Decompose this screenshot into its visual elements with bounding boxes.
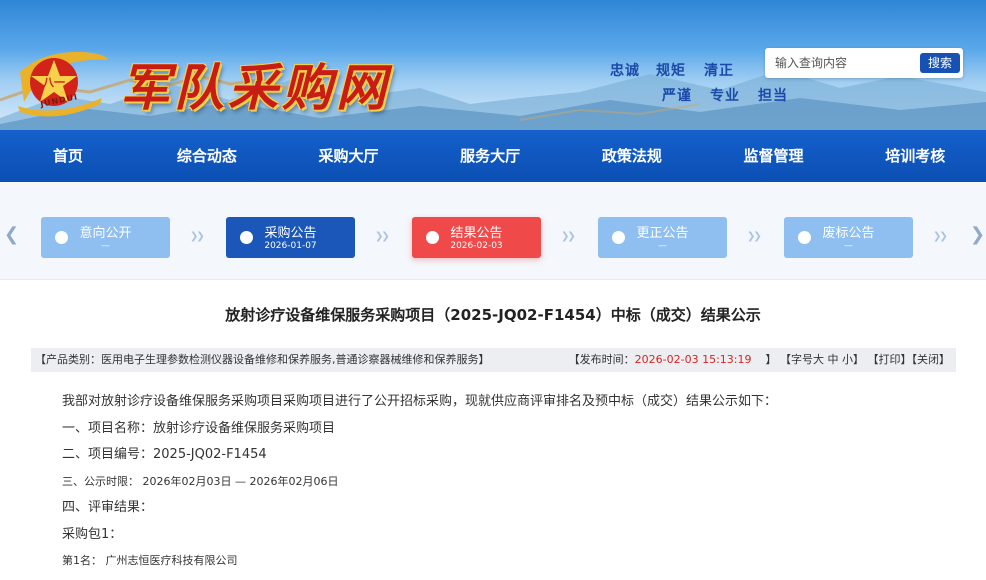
article-paragraph: 采购包1： [62, 526, 123, 542]
site-title: 军队采购网 [120, 58, 390, 117]
article-paragraph: 四、评审结果： [62, 500, 154, 515]
step-intent[interactable]: 意向公开 — [41, 217, 170, 258]
article-paragraph: 三、公示时限： 2026年02月03日 — 2026年02月06日 [62, 474, 339, 488]
step-result-notice[interactable]: 结果公告 2026-02-03 [412, 217, 541, 258]
svg-text:八一: 八一 [42, 76, 65, 89]
article-meta-bar: 【产品类别：医用电子生理参数检测仪器设备维修和保养服务,普通诊察器械维修和保养服… [31, 348, 956, 372]
article-paragraph: 二、项目编号：2025-JQ02-F1454 [62, 447, 267, 462]
step-cancellation-notice[interactable]: 废标公告 — [784, 217, 913, 258]
font-size-close: 】 [853, 353, 864, 366]
double-chevron-icon: ❯❯ [190, 231, 205, 242]
motto-item: 专业 [710, 88, 740, 104]
motto-item: 担当 [758, 88, 788, 104]
article-paragraph: 我部对放射诊疗设备维保服务采购项目采购项目进行了公开招标采购，现就供应商评审排名… [62, 394, 778, 409]
article-paragraph: 一、项目名称：放射诊疗设备维保服务采购项目 [62, 420, 336, 436]
step-date: 2026-01-07 [264, 241, 317, 251]
step-title: 采购公告 [264, 226, 317, 241]
site-header-banner: 八一 JUNDUI 军队采购网 忠诚 规矩 清正 严谨 专业 担当 搜索 [0, 0, 986, 130]
motto-item: 规矩 [656, 63, 686, 79]
category-label: 【产品类别： [35, 353, 101, 366]
step-title: 废标公告 [822, 226, 875, 241]
step-date: 2026-02-03 [450, 241, 503, 251]
double-chevron-icon: ❯❯ [375, 231, 390, 242]
announcement-process-strip: ❮ ❯ 意向公开 — ❯❯ 采购公告 2026-01-07 ❯❯ 结果公告 20… [0, 182, 986, 280]
motto-item: 严谨 [662, 88, 692, 104]
article-body: 我部对放射诊疗设备维保服务采购项目采购项目进行了公开招标采购，现就供应商评审排名… [62, 394, 777, 580]
print-link[interactable]: 【打印】 [868, 353, 912, 366]
publish-time: 2026-02-03 15:13:19 [634, 353, 752, 366]
search-button[interactable]: 搜索 [920, 53, 960, 73]
font-size-small[interactable]: 小 [842, 353, 853, 366]
font-size-label: 【字号 [780, 353, 813, 366]
nav-item-home[interactable]: 首页 [0, 130, 136, 182]
double-chevron-icon: ❯❯ [747, 231, 762, 242]
double-chevron-icon: ❯❯ [933, 231, 948, 242]
close-link[interactable]: 【关闭】 [912, 353, 951, 366]
chevron-left-icon[interactable]: ❮ [4, 224, 19, 245]
step-title: 意向公开 [79, 226, 132, 241]
step-title: 更正公告 [636, 226, 689, 241]
font-size-medium[interactable]: 中 [828, 353, 839, 366]
chevron-right-icon[interactable]: ❯ [970, 224, 985, 245]
step-date: — [658, 241, 667, 251]
publish-label: 【发布时间： [568, 353, 635, 366]
nav-item-news[interactable]: 综合动态 [136, 130, 278, 182]
nav-item-supervision[interactable]: 监督管理 [703, 130, 845, 182]
step-correction-notice[interactable]: 更正公告 — [598, 217, 727, 258]
nav-item-policies[interactable]: 政策法规 [561, 130, 703, 182]
font-size-large[interactable]: 大 [813, 353, 824, 366]
step-title: 结果公告 [450, 226, 503, 241]
category-close: 】 [478, 353, 490, 366]
publish-close: 】 [765, 353, 777, 366]
motto-item: 忠诚 [610, 63, 640, 79]
step-procurement-notice[interactable]: 采购公告 2026-01-07 [226, 217, 355, 258]
article-paragraph: 第1名： 广州志恒医疗科技有限公司 [62, 554, 238, 567]
nav-item-service-hall[interactable]: 服务大厅 [419, 130, 561, 182]
product-category: 【产品类别：医用电子生理参数检测仪器设备维修和保养服务,普通诊察器械维修和保养服… [35, 348, 490, 372]
nav-item-training[interactable]: 培训考核 [844, 130, 986, 182]
article-tools: 【发布时间：2026-02-03 15:13:19 】 【字号大 中 小】 【打… [569, 348, 950, 372]
search-input[interactable] [767, 51, 915, 75]
step-date: — [844, 241, 853, 251]
article-title: 放射诊疗设备维保服务采购项目（2025-JQ02-F1454）中标（成交）结果公… [225, 306, 761, 324]
army-star-logo: 八一 [18, 51, 108, 117]
motto-item: 清正 [704, 63, 734, 79]
double-chevron-icon: ❯❯ [561, 231, 576, 242]
step-date: — [101, 241, 110, 251]
main-nav: 首页 综合动态 采购大厅 服务大厅 政策法规 监督管理 培训考核 [0, 130, 986, 182]
search-box: 搜索 [765, 48, 963, 78]
nav-item-procurement-hall[interactable]: 采购大厅 [278, 130, 420, 182]
category-value: 医用电子生理参数检测仪器设备维修和保养服务,普通诊察器械维修和保养服务 [101, 353, 479, 366]
